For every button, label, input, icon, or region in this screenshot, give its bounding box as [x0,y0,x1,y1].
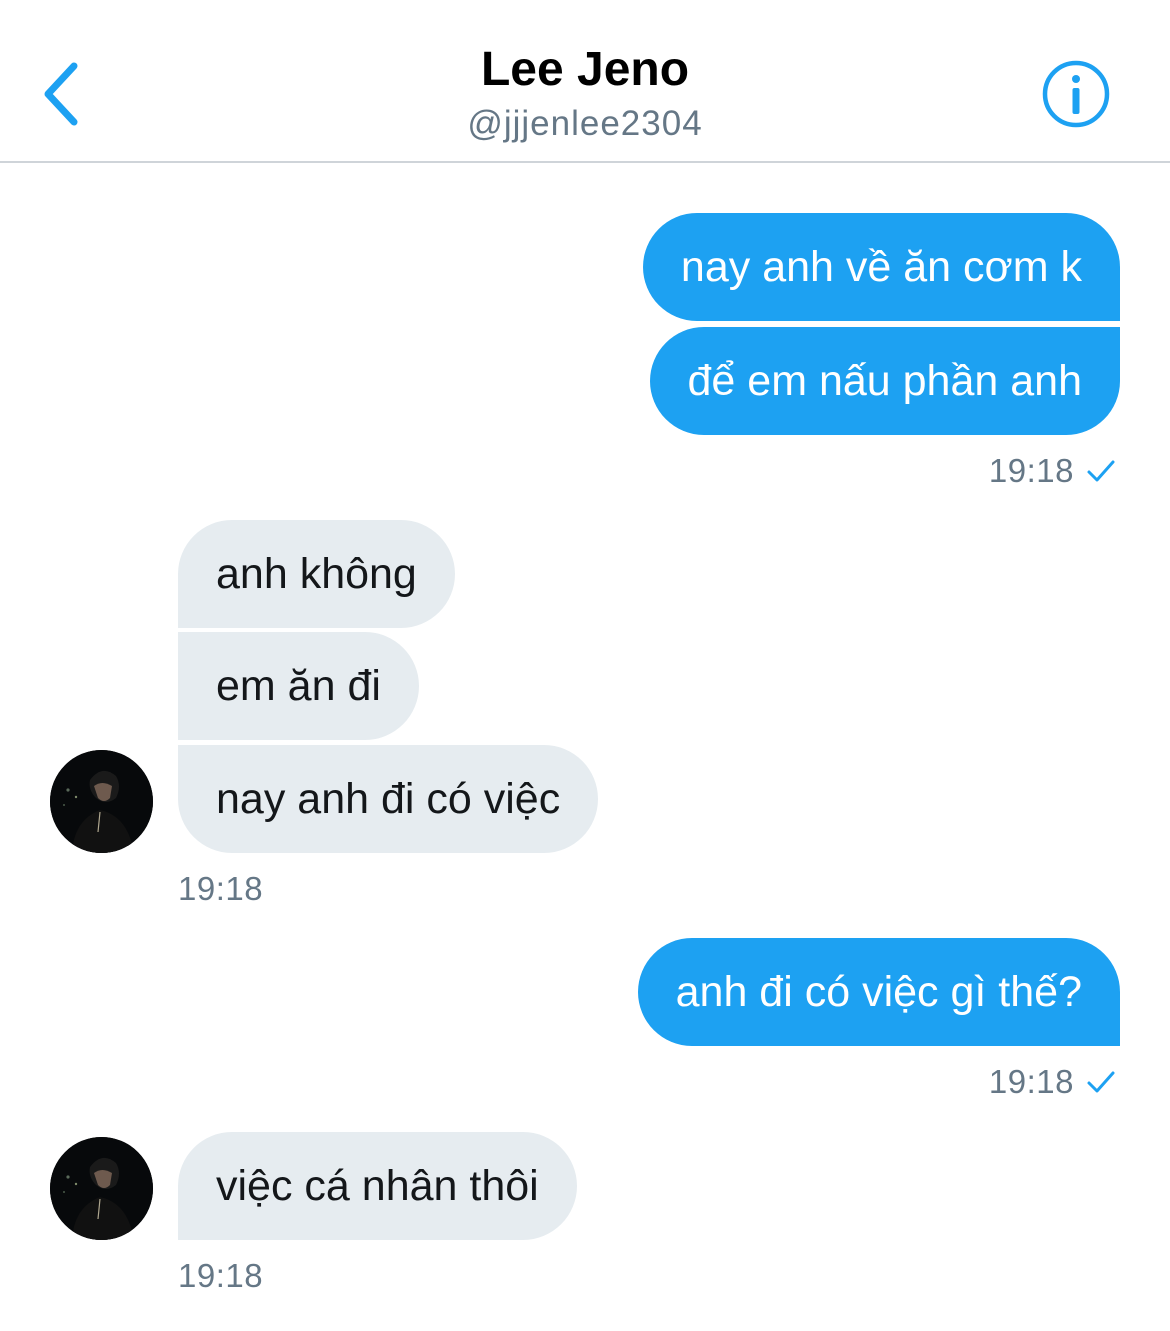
message-timestamp: 19:18 [178,870,264,907]
avatar[interactable] [50,1137,153,1240]
avatar[interactable] [50,750,153,853]
contact-name[interactable]: Lee Jeno [0,42,1170,97]
incoming-message[interactable]: em ăn đi [178,632,419,740]
info-button[interactable] [1040,58,1112,130]
avatar-photo [50,750,153,853]
incoming-message[interactable]: việc cá nhân thôi [178,1132,577,1240]
outgoing-message[interactable]: nay anh về ăn cơm k [642,213,1120,321]
incoming-message[interactable]: anh không [178,520,455,628]
incoming-message[interactable]: nay anh đi có việc [178,745,599,853]
info-circle-icon [1042,60,1110,128]
message-timestamp: 19:18 [988,452,1074,489]
message-timestamp: 19:18 [988,1063,1074,1100]
avatar-photo [50,1137,153,1240]
message-timestamp: 19:18 [178,1257,264,1294]
sent-check-icon [1087,460,1115,482]
sent-check-icon [1087,1071,1115,1093]
conversation-header: Lee Jeno @jjjenlee2304 [0,0,1170,163]
contact-handle[interactable]: @jjjenlee2304 [0,104,1170,144]
outgoing-message[interactable]: để em nấu phần anh [649,327,1120,435]
outgoing-message[interactable]: anh đi có việc gì thế? [637,938,1120,1046]
